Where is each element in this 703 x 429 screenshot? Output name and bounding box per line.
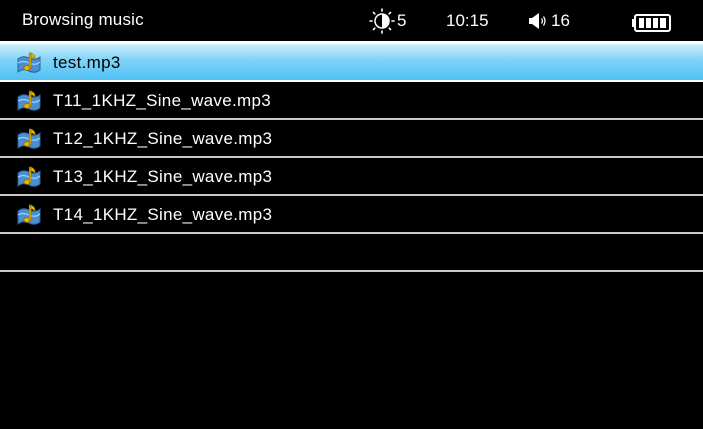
volume-indicator: 16 [528,10,570,32]
brightness-indicator: 5 [369,8,407,34]
battery-indicator [632,12,672,34]
file-row-t14[interactable]: T14_1KHZ_Sine_wave.mp3 [0,196,703,234]
battery-full-icon [632,13,672,33]
file-name: T13_1KHZ_Sine_wave.mp3 [53,167,273,186]
window-title: Browsing music [22,10,144,29]
status-bar: Browsing music 5 10:15 16 [0,0,703,42]
file-row-test-mp3[interactable]: test.mp3 [0,44,703,82]
speaker-icon [528,11,550,31]
file-row-t13[interactable]: T13_1KHZ_Sine_wave.mp3 [0,158,703,196]
music-browser-screen: Browsing music 5 10:15 16 test.mp3 T11_1… [0,0,703,429]
file-name: test.mp3 [53,53,121,72]
file-name: T12_1KHZ_Sine_wave.mp3 [53,129,273,148]
music-file-icon [16,127,42,151]
brightness-icon [369,8,395,34]
brightness-value: 5 [397,11,407,30]
file-name: T14_1KHZ_Sine_wave.mp3 [53,205,273,224]
volume-value: 16 [551,11,570,30]
music-file-icon [16,51,42,75]
empty-row [0,234,703,272]
music-file-icon [16,89,42,113]
file-row-t11[interactable]: T11_1KHZ_Sine_wave.mp3 [0,82,703,120]
file-name: T11_1KHZ_Sine_wave.mp3 [53,91,271,110]
clock-time: 10:15 [446,11,489,30]
file-row-t12[interactable]: T12_1KHZ_Sine_wave.mp3 [0,120,703,158]
file-list: test.mp3 T11_1KHZ_Sine_wave.mp3 T12_1KHZ… [0,44,703,272]
music-file-icon [16,165,42,189]
clock: 10:15 [446,10,489,32]
music-file-icon [16,203,42,227]
